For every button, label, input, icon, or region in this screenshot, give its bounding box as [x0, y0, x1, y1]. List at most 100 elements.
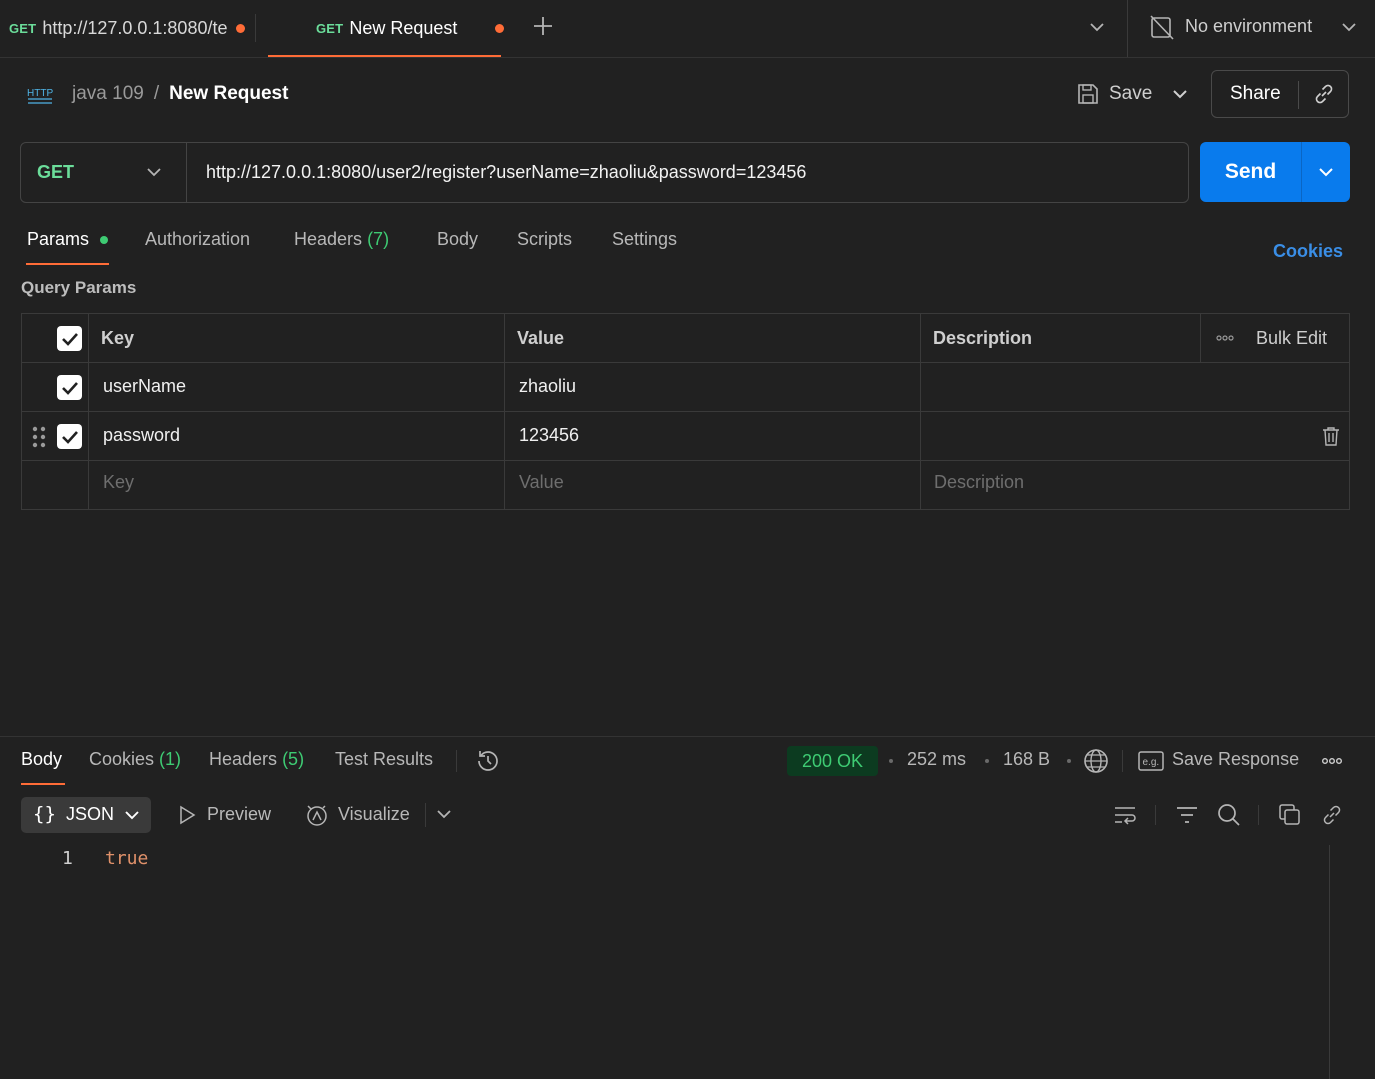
tab-settings[interactable]: Settings	[612, 229, 677, 250]
tab-authorization[interactable]: Authorization	[145, 229, 250, 250]
tab-headers-label: Headers	[294, 229, 363, 249]
page-title[interactable]: New Request	[169, 83, 288, 105]
meta-divider	[1122, 750, 1123, 772]
share-button[interactable]: Share	[1230, 83, 1281, 105]
method-label: GET	[37, 162, 75, 182]
row-checkbox[interactable]	[57, 375, 82, 400]
tab-title: New Request	[349, 18, 458, 38]
response-size[interactable]: 168 B	[1003, 749, 1050, 770]
response-tab-divider	[456, 750, 457, 772]
request-tab-bar: GET http://127.0.0.1:8080/tes GET New Re…	[0, 0, 1375, 58]
status-badge[interactable]: 200 OK	[787, 746, 878, 776]
environment-chevron-down-icon[interactable]	[1340, 18, 1358, 36]
visualize-button[interactable]: Visualize	[338, 804, 410, 825]
response-body-text[interactable]: true	[105, 848, 148, 869]
response-tab-test-results[interactable]: Test Results	[335, 749, 433, 770]
copy-link-icon[interactable]	[1312, 82, 1336, 106]
tab-title: http://127.0.0.1:8080/tes	[42, 18, 229, 38]
preview-play-icon	[177, 805, 197, 825]
visualize-divider	[425, 803, 426, 827]
environment-divider	[1127, 0, 1128, 57]
method-chevron-down-icon	[145, 163, 163, 181]
column-header-value: Value	[517, 328, 565, 348]
tab-body[interactable]: Body	[437, 229, 478, 250]
filter-icon[interactable]	[1175, 803, 1199, 827]
unsaved-dot-icon	[495, 24, 505, 33]
tab-method-badge: GET	[9, 21, 37, 36]
request-tab-1[interactable]: GET http://127.0.0.1:8080/tes	[9, 0, 249, 57]
tab-divider	[255, 14, 256, 42]
send-options-chevron-down-icon[interactable]	[1317, 163, 1335, 181]
link-icon[interactable]	[1320, 803, 1344, 827]
param-value-cell[interactable]: zhaoliu	[519, 376, 576, 397]
new-description-input[interactable]: Description	[934, 472, 1024, 493]
network-globe-icon[interactable]	[1083, 748, 1109, 774]
visualize-icon	[305, 803, 329, 827]
save-button[interactable]: Save	[1109, 83, 1152, 105]
format-chevron-down-icon	[124, 807, 140, 823]
drag-handle-icon[interactable]	[32, 426, 46, 448]
new-key-input[interactable]: Key	[103, 472, 134, 493]
visualize-chevron-down-icon[interactable]	[436, 806, 452, 822]
tab-params[interactable]: Params	[27, 229, 109, 250]
tabs-overflow-chevron-down-icon[interactable]	[1088, 18, 1106, 36]
send-divider	[1301, 142, 1302, 202]
search-icon[interactable]	[1217, 803, 1241, 827]
param-key-cell[interactable]: password	[103, 425, 180, 446]
query-params-table: Key Value Description Bulk Edit userName…	[21, 313, 1350, 510]
response-tab-cookies[interactable]: Cookies (1)	[89, 749, 181, 770]
headers-count: (7)	[367, 229, 390, 249]
table-divider	[920, 314, 921, 509]
cookies-link[interactable]: Cookies	[1273, 241, 1343, 262]
response-tab-body[interactable]: Body	[21, 749, 62, 770]
history-icon[interactable]	[475, 748, 501, 774]
param-value-cell[interactable]: 123456	[519, 425, 579, 446]
response-time[interactable]: 252 ms	[907, 749, 966, 770]
format-label: JSON	[66, 804, 115, 824]
editor-scrollbar-track[interactable]	[1329, 845, 1330, 1079]
request-tab-2[interactable]: GET New Request	[316, 0, 506, 57]
svg-text:e.g.: e.g.	[1143, 757, 1160, 768]
send-button[interactable]: Send	[1200, 142, 1301, 202]
delete-trash-icon[interactable]	[1322, 426, 1340, 446]
copy-icon[interactable]	[1278, 803, 1302, 827]
more-options-icon[interactable]	[1216, 334, 1234, 342]
table-divider	[88, 314, 89, 509]
query-params-title: Query Params	[21, 278, 137, 297]
tab-headers[interactable]: Headers (7)	[294, 229, 389, 250]
wrap-lines-icon[interactable]	[1113, 803, 1137, 827]
save-response-example-icon[interactable]: e.g.	[1138, 750, 1164, 772]
tab-method-badge: GET	[316, 21, 344, 36]
save-options-chevron-down-icon[interactable]	[1171, 85, 1189, 103]
line-number: 1	[62, 848, 73, 869]
preview-button[interactable]: Preview	[207, 804, 271, 825]
url-input[interactable]: http://127.0.0.1:8080/user2/register?use…	[206, 162, 806, 183]
breadcrumb-collection[interactable]: java 109	[72, 83, 144, 105]
param-key-cell[interactable]: userName	[103, 376, 186, 397]
response-pane-divider[interactable]	[0, 736, 1375, 737]
response-tab-headers[interactable]: Headers (5)	[209, 749, 304, 770]
select-all-checkbox[interactable]	[57, 326, 82, 351]
active-tab-indicator	[268, 55, 501, 57]
response-headers-count: (5)	[282, 749, 305, 769]
format-selector[interactable]: {} JSON	[21, 797, 151, 833]
column-header-key: Key	[101, 328, 135, 348]
table-divider	[22, 460, 1349, 461]
save-response-button[interactable]: Save Response	[1172, 749, 1299, 770]
meta-separator-dot	[985, 759, 989, 763]
row-checkbox[interactable]	[57, 424, 82, 449]
table-divider	[1200, 314, 1201, 362]
new-tab-plus-icon[interactable]	[532, 15, 554, 37]
response-more-options-icon[interactable]	[1321, 757, 1343, 765]
save-icon[interactable]	[1076, 82, 1100, 106]
environment-selector-label[interactable]: No environment	[1185, 16, 1312, 37]
http-protocol-icon: HTTP	[26, 82, 56, 106]
method-selector[interactable]: GET	[21, 143, 187, 202]
share-button-group: Share	[1211, 70, 1349, 118]
new-value-input[interactable]: Value	[519, 472, 564, 493]
bulk-edit-button[interactable]: Bulk Edit	[1256, 328, 1327, 349]
response-cookies-count: (1)	[159, 749, 182, 769]
tab-scripts[interactable]: Scripts	[517, 229, 572, 250]
braces-icon: {}	[33, 803, 56, 825]
column-header-description: Description	[933, 328, 1033, 348]
